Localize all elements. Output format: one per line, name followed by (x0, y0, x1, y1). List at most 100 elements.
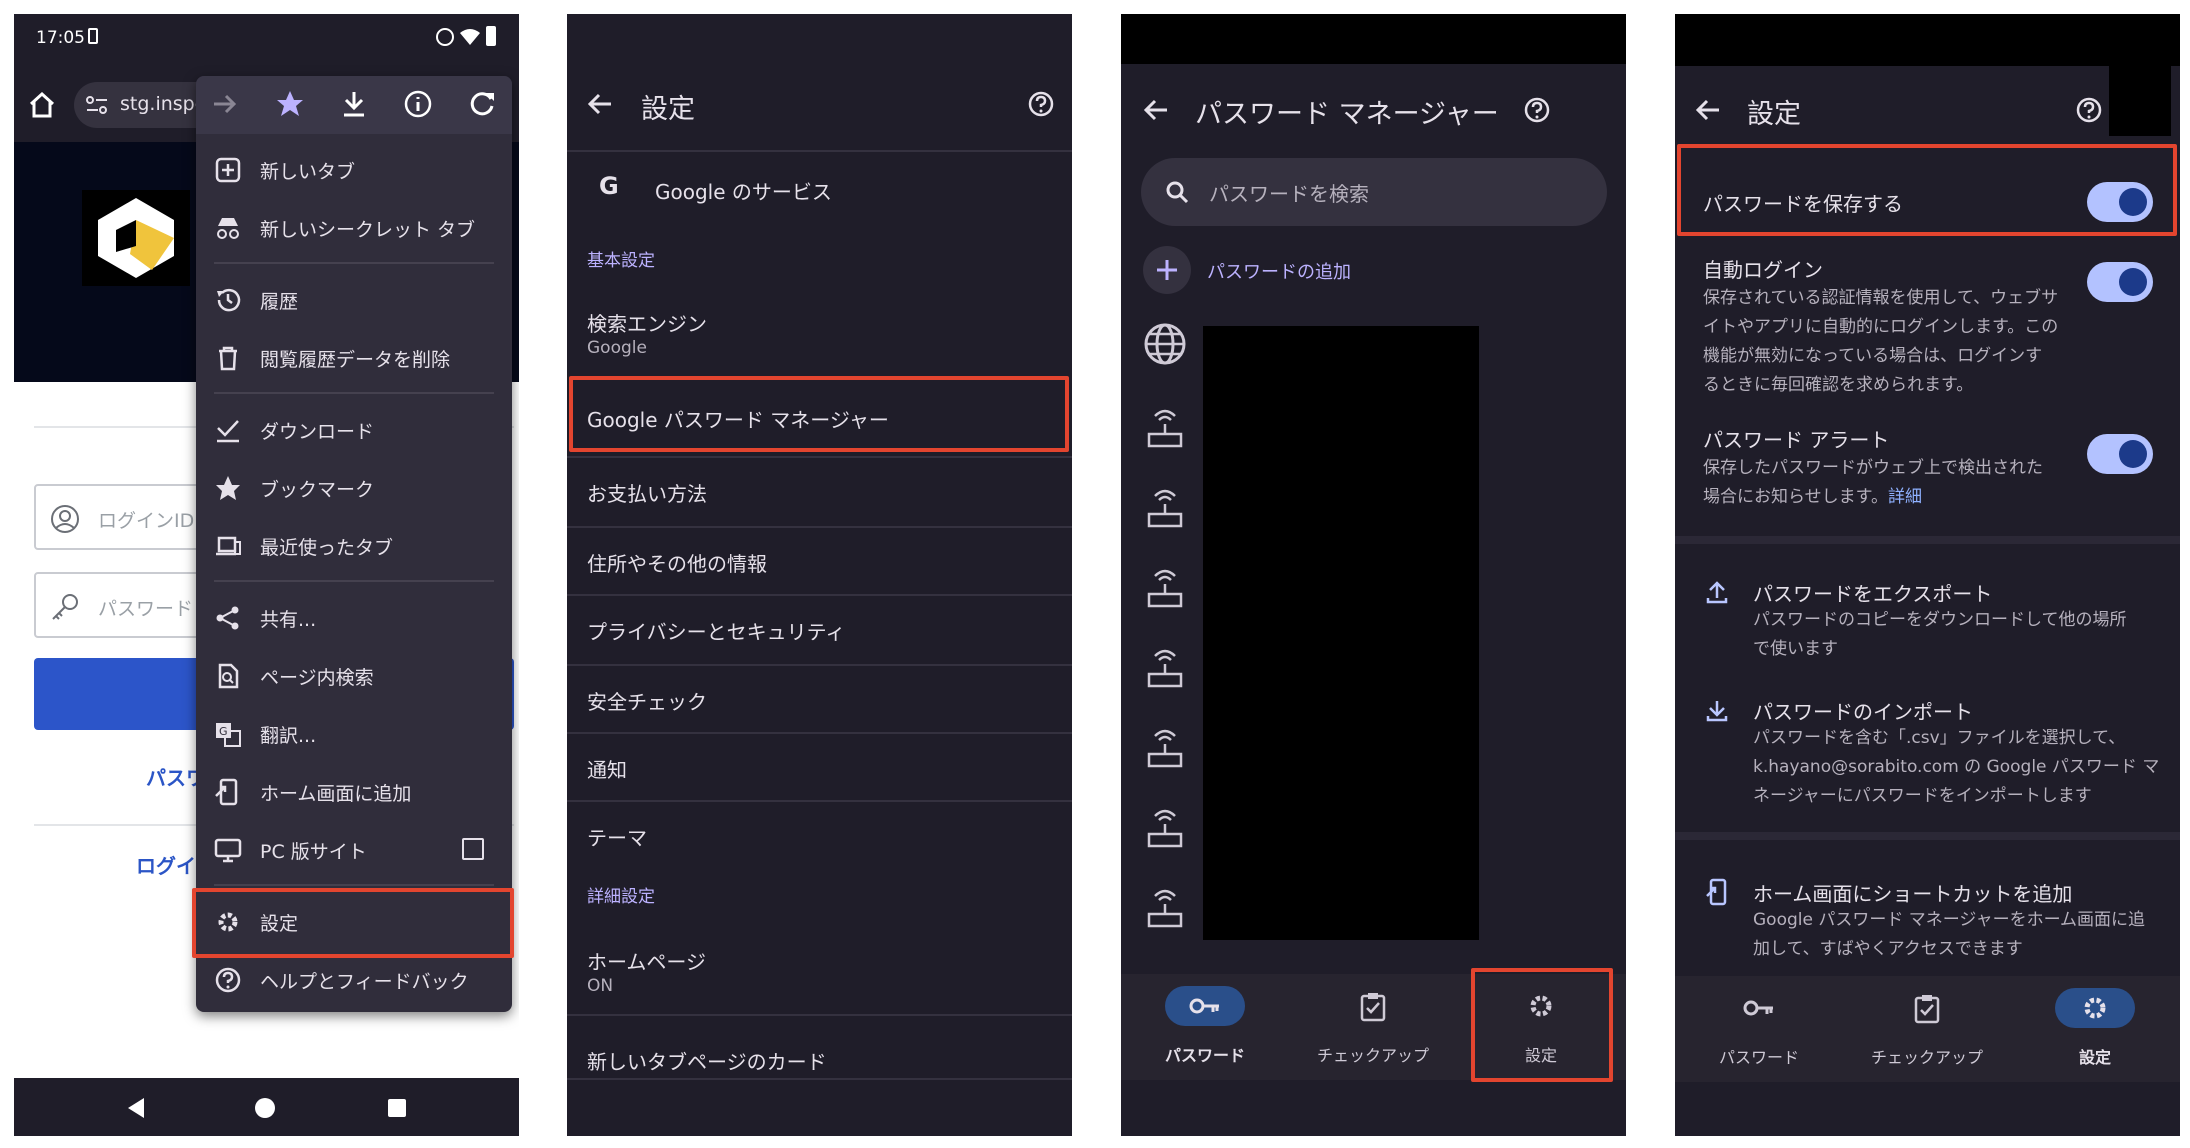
star-icon (216, 476, 240, 500)
router-icon (1147, 569, 1183, 608)
menu-item-desktop-site[interactable]: PC 版サイト (196, 820, 512, 878)
password-alerts-row[interactable]: パスワード アラート 保存したパスワードがウェブ上で検出された 場合にお知らせし… (1675, 410, 2180, 520)
password-manager-screen: パスワード マネージャー パスワードを検索 パスワードの追加 パスワード チェッ… (1121, 14, 1626, 1136)
settings-theme[interactable]: テーマ (567, 802, 1072, 870)
router-icon (1147, 809, 1183, 848)
router-icon (1147, 889, 1183, 928)
upload-icon (1706, 581, 1728, 604)
site-logo (82, 190, 190, 286)
highlight-settings (192, 888, 514, 958)
checkup-icon (1914, 995, 1940, 1024)
wifi-icon (460, 29, 480, 45)
nav-passwords[interactable]: パスワード (1121, 974, 1289, 1080)
settings-addresses[interactable]: 住所やその他の情報 (567, 528, 1072, 596)
menu-item-new-incognito-tab[interactable]: 新しいシークレット タブ (196, 198, 512, 256)
battery-icon (486, 26, 496, 46)
home-shortcut-row[interactable]: ホーム画面にショートカットを追加 Google パスワード マネージャーをホーム… (1675, 860, 2180, 970)
help-icon[interactable] (1027, 90, 1055, 118)
settings-search-engine[interactable]: 検索エンジン Google (567, 292, 1072, 372)
auto-signin-toggle[interactable] (2087, 262, 2153, 302)
highlight-nav-settings (1471, 968, 1613, 1082)
menu-item-new-tab[interactable]: 新しいタブ (196, 140, 512, 198)
menu-item-downloads[interactable]: ダウンロード (196, 400, 512, 458)
password-alerts-toggle[interactable] (2087, 434, 2153, 474)
nav-checkup[interactable]: チェックアップ (1289, 974, 1457, 1080)
url-text: stg.inspe (120, 93, 207, 115)
download-check-icon (217, 420, 239, 443)
router-icon (1147, 489, 1183, 528)
learn-more-link[interactable]: 詳細 (1888, 487, 1922, 507)
nav-checkup[interactable]: チェックアップ (1843, 976, 2011, 1082)
translate-icon: G (216, 723, 241, 747)
checkup-icon (1360, 993, 1386, 1022)
export-passwords-row[interactable]: パスワードをエクスポート パスワードのコピーをダウンロードして他の場所 で使いま… (1675, 558, 2180, 659)
settings-ntp-cards[interactable]: 新しいタブページのカード (567, 1026, 1072, 1094)
nav-settings[interactable]: 設定 (2011, 976, 2179, 1082)
section-basic: 基本設定 (587, 251, 655, 271)
redacted-status-bar (1675, 14, 2180, 66)
settings-homepage[interactable]: ホームページ ON (567, 930, 1072, 1010)
page-title: 設定 (1747, 99, 1801, 130)
add-to-home-icon (1706, 878, 1727, 906)
download-icon[interactable] (342, 90, 366, 118)
home-icon[interactable] (28, 92, 56, 118)
redacted-status-bar (1121, 14, 1626, 64)
help-icon[interactable] (2075, 96, 2103, 124)
home-nav-icon[interactable] (254, 1097, 276, 1119)
menu-item-history[interactable]: 履歴 (196, 270, 512, 328)
plus-icon (1157, 260, 1177, 280)
key-icon (1743, 1000, 1773, 1016)
settings-safety-check[interactable]: 安全チェック (567, 666, 1072, 734)
auto-signin-row[interactable]: 自動ログイン 保存されている認証情報を使用して、ウェブサ イトやアプリに自動的に… (1675, 244, 2180, 395)
settings-notifications[interactable]: 通知 (567, 734, 1072, 802)
key-icon (52, 594, 78, 620)
share-icon (216, 606, 239, 630)
nav-passwords[interactable]: パスワード (1675, 976, 1843, 1082)
router-icon (1147, 729, 1183, 768)
settings-payment[interactable]: お支払い方法 (567, 458, 1072, 526)
bottom-nav: パスワード チェックアップ 設定 (1675, 976, 2180, 1082)
add-password-label[interactable]: パスワードの追加 (1207, 258, 1351, 284)
forward-icon[interactable] (212, 92, 238, 116)
settings-screen: 設定 G Google のサービス 基本設定 検索エンジン Google Goo… (567, 14, 1072, 1136)
settings-privacy[interactable]: プライバシーとセキュリティ (567, 596, 1072, 664)
bookmark-star-icon[interactable] (276, 90, 304, 118)
key-icon (1189, 998, 1219, 1014)
trash-icon (219, 346, 237, 371)
search-icon (1166, 181, 1189, 204)
desktop-site-checkbox[interactable] (462, 838, 484, 860)
menu-item-recent-tabs[interactable]: 最近使ったタブ (196, 516, 512, 574)
menu-item-share[interactable]: 共有... (196, 588, 512, 646)
menu-item-bookmarks[interactable]: ブックマーク (196, 458, 512, 516)
recents-nav-icon[interactable] (388, 1099, 406, 1117)
menu-item-add-to-home[interactable]: ホーム画面に追加 (196, 762, 512, 820)
password-search-input[interactable]: パスワードを検索 (1141, 158, 1607, 226)
back-nav-icon[interactable] (126, 1098, 146, 1118)
menu-item-translate[interactable]: G 翻訳... (196, 704, 512, 762)
back-arrow-icon[interactable] (1143, 98, 1169, 122)
login-link[interactable]: ログイ (136, 850, 196, 879)
settings-google-services[interactable]: G Google のサービス (567, 154, 1072, 222)
password-settings-screen: 設定 パスワードを保存する 自動ログイン 保存されている認証情報を使用して、ウェ… (1675, 14, 2180, 1136)
auto-signin-desc: 保存されている認証情報を使用して、ウェブサ イトやアプリに自動的にログインします… (1703, 288, 2059, 395)
menu-item-clear-data[interactable]: 閲覧履歴データを削除 (196, 328, 512, 386)
import-passwords-row[interactable]: パスワードのインポート パスワードを含む「.csv」ファイルを選択して、 k.h… (1675, 676, 2180, 816)
router-icon (1147, 649, 1183, 688)
add-password-button[interactable] (1143, 246, 1191, 294)
google-g-icon: G (599, 172, 619, 200)
info-icon[interactable] (404, 90, 432, 118)
android-nav-bar (14, 1078, 519, 1136)
devices-icon (216, 536, 241, 556)
new-tab-icon (215, 157, 241, 183)
back-arrow-icon[interactable] (587, 92, 613, 116)
reload-icon[interactable] (468, 90, 496, 118)
highlight-password-manager (569, 376, 1069, 452)
help-icon[interactable] (1523, 96, 1551, 124)
menu-item-find-in-page[interactable]: ページ内検索 (196, 646, 512, 704)
menu-item-help[interactable]: ヘルプとフィードバック (196, 950, 512, 1008)
overflow-menu: 新しいタブ 新しいシークレット タブ 履歴 閲覧履歴データを削除 ダウンロード … (196, 76, 512, 1012)
history-icon (217, 288, 241, 312)
back-arrow-icon[interactable] (1695, 98, 1721, 122)
desktop-icon (214, 838, 242, 863)
chrome-menu-screen: 17:05 stg.inspe ログインID パスワード パスワ ログイ 新しい… (14, 14, 519, 1136)
